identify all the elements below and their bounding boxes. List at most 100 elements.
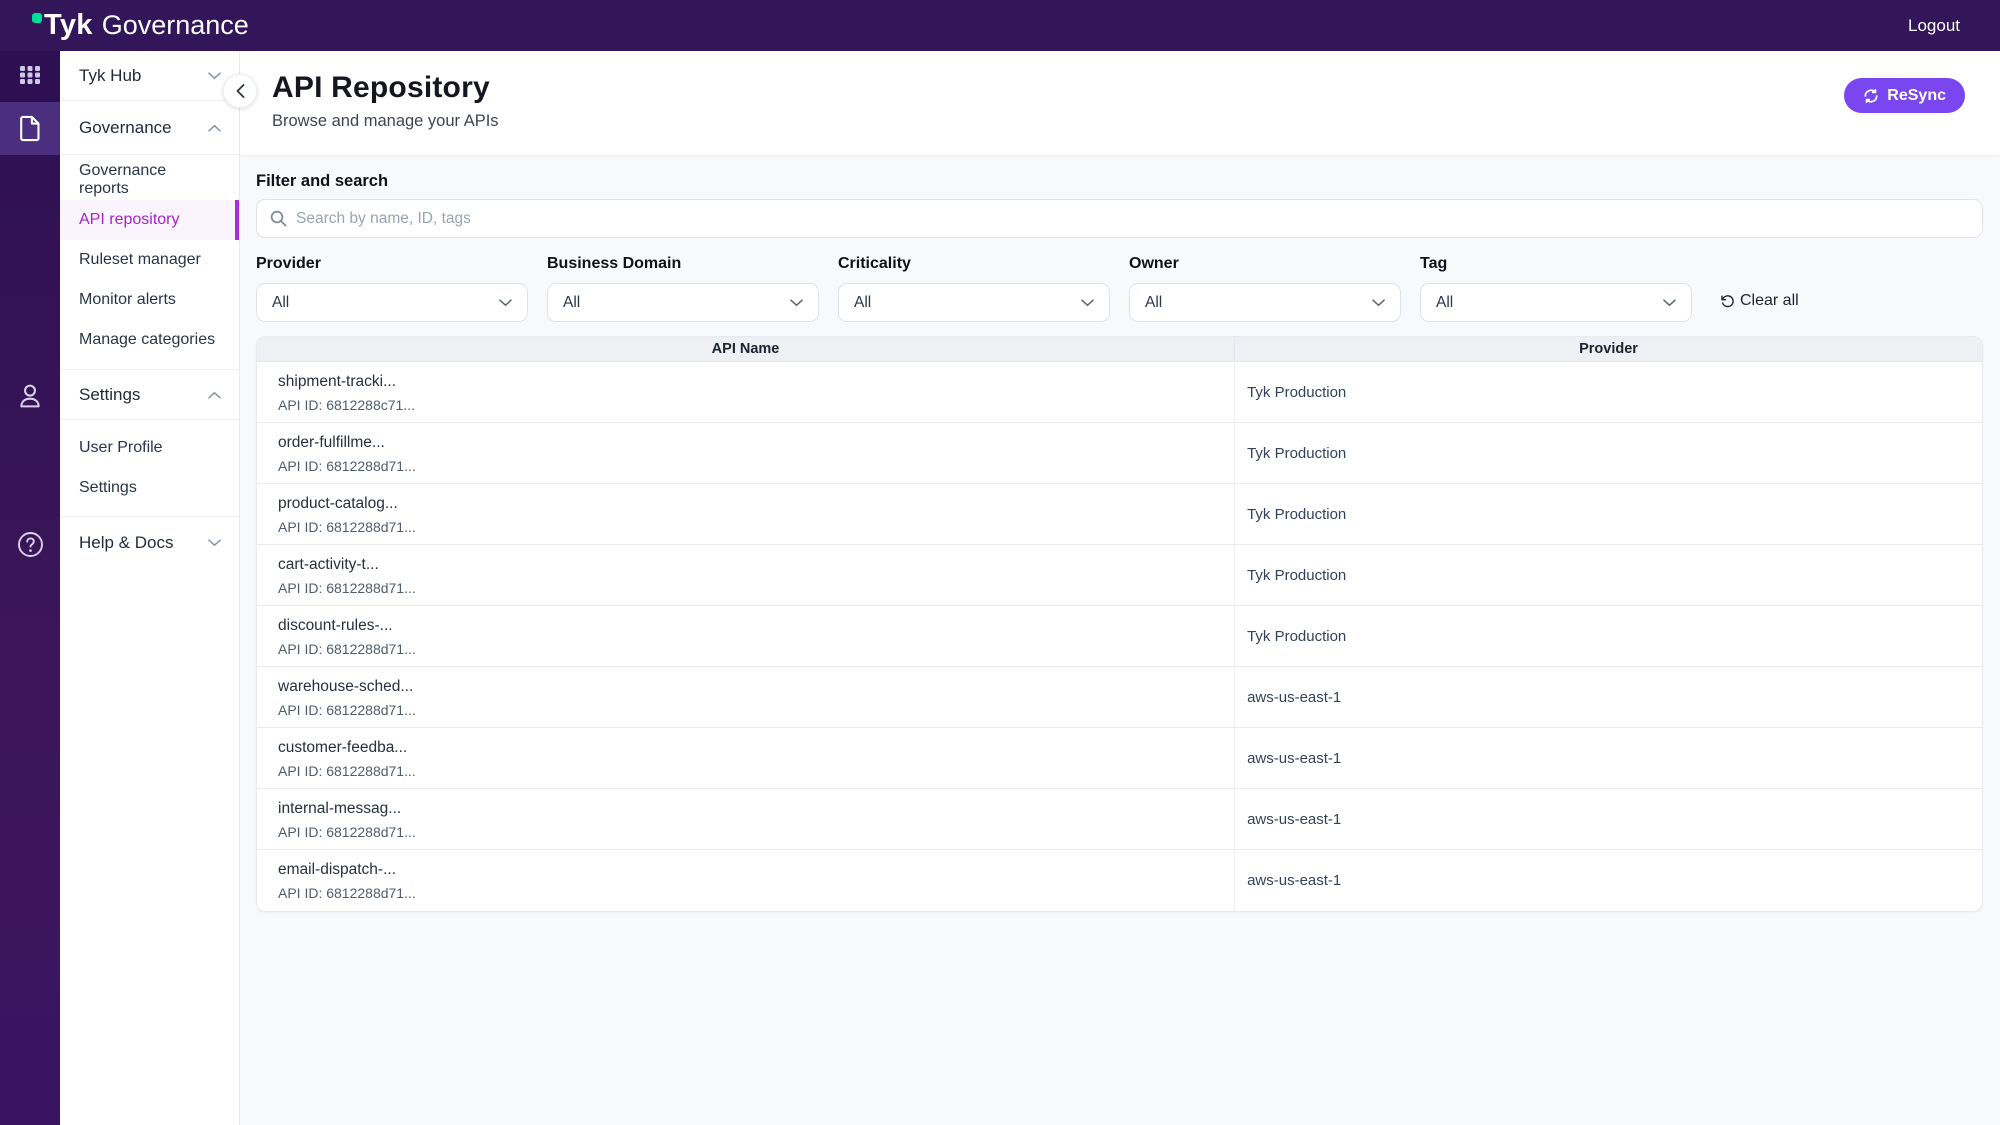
api-name: email-dispatch-... bbox=[278, 860, 1234, 880]
filter-label: Owner bbox=[1129, 255, 1179, 272]
rail-item-help[interactable] bbox=[0, 526, 60, 562]
sidebar-section-help-docs[interactable]: Help & Docs bbox=[60, 516, 239, 568]
sidebar-item-api-repository[interactable]: API repository bbox=[60, 200, 239, 240]
undo-icon bbox=[1720, 294, 1735, 309]
sidebar-item-governance-reports[interactable]: Governance reports bbox=[60, 160, 239, 200]
api-name-cell: warehouse-sched... API ID: 6812288d71... bbox=[257, 667, 1235, 727]
api-id: API ID: 6812288d71... bbox=[278, 883, 1234, 903]
clear-all-button[interactable]: Clear all bbox=[1720, 292, 1799, 310]
business-domain-dropdown[interactable]: All bbox=[547, 283, 819, 322]
main-area: API Repository Browse and manage your AP… bbox=[240, 51, 2000, 1125]
chevron-up-icon bbox=[208, 124, 221, 132]
api-name: order-fulfillme... bbox=[278, 433, 1234, 453]
chevron-up-icon bbox=[208, 391, 221, 399]
api-provider: aws-us-east-1 bbox=[1235, 728, 1982, 788]
logo-primary-text: Tyk bbox=[44, 9, 93, 42]
icon-rail bbox=[0, 51, 60, 1125]
api-name: product-catalog... bbox=[278, 494, 1234, 514]
sidebar-section-tyk-hub[interactable]: Tyk Hub bbox=[60, 51, 239, 101]
filter-label: Business Domain bbox=[547, 255, 681, 272]
api-provider: aws-us-east-1 bbox=[1235, 667, 1982, 727]
api-name-cell: shipment-tracki... API ID: 6812288c71... bbox=[257, 362, 1235, 422]
sidebar-settings-submenu: User Profile Settings bbox=[60, 420, 239, 516]
resync-icon bbox=[1863, 88, 1879, 104]
api-provider: Tyk Production bbox=[1235, 484, 1982, 544]
api-provider: Tyk Production bbox=[1235, 545, 1982, 605]
api-table-body: shipment-tracki... API ID: 6812288c71...… bbox=[257, 362, 1982, 911]
api-name-cell: internal-messag... API ID: 6812288d71... bbox=[257, 789, 1235, 849]
api-id: API ID: 6812288c71... bbox=[278, 395, 1234, 415]
logout-button[interactable]: Logout bbox=[1908, 16, 1960, 36]
chevron-down-icon bbox=[499, 299, 512, 307]
top-bar: Tyk Governance Logout bbox=[0, 0, 2000, 51]
api-table: API Name Provider shipment-tracki... API… bbox=[256, 336, 1983, 912]
clear-all-label: Clear all bbox=[1740, 292, 1799, 310]
sidebar-section-label: Help & Docs bbox=[79, 533, 173, 553]
api-id: API ID: 6812288d71... bbox=[278, 517, 1234, 537]
resync-button[interactable]: ReSync bbox=[1844, 78, 1965, 113]
filter-group-criticality: Criticality All bbox=[838, 254, 1110, 322]
apps-grid-icon[interactable] bbox=[0, 57, 60, 93]
dropdown-value: All bbox=[1436, 294, 1453, 312]
dropdown-value: All bbox=[1145, 294, 1162, 312]
table-row[interactable]: order-fulfillme... API ID: 6812288d71...… bbox=[257, 423, 1982, 484]
sidebar-section-settings[interactable]: Settings bbox=[60, 369, 239, 420]
owner-dropdown[interactable]: All bbox=[1129, 283, 1401, 322]
filter-label: Tag bbox=[1420, 255, 1447, 272]
table-row[interactable]: internal-messag... API ID: 6812288d71...… bbox=[257, 789, 1982, 850]
rail-item-governance-active[interactable] bbox=[0, 102, 60, 155]
sidebar-item-user-profile[interactable]: User Profile bbox=[60, 428, 239, 468]
table-row[interactable]: product-catalog... API ID: 6812288d71...… bbox=[257, 484, 1982, 545]
table-row[interactable]: cart-activity-t... API ID: 6812288d71...… bbox=[257, 545, 1982, 606]
sidebar-item-label: Ruleset manager bbox=[79, 251, 201, 269]
api-name-cell: order-fulfillme... API ID: 6812288d71... bbox=[257, 423, 1235, 483]
filter-label: Criticality bbox=[838, 255, 911, 272]
collapse-sidebar-button[interactable] bbox=[223, 74, 257, 108]
sidebar-item-manage-categories[interactable]: Manage categories bbox=[60, 320, 239, 360]
sidebar-governance-submenu: Governance reports API repository Rulese… bbox=[60, 155, 239, 369]
filter-row: Provider All Business Domain All Critica… bbox=[256, 254, 1983, 322]
column-header-provider: Provider bbox=[1235, 337, 1982, 361]
sidebar-item-monitor-alerts[interactable]: Monitor alerts bbox=[60, 280, 239, 320]
api-name-cell: customer-feedba... API ID: 6812288d71... bbox=[257, 728, 1235, 788]
filter-group-owner: Owner All bbox=[1129, 254, 1401, 322]
resync-button-label: ReSync bbox=[1887, 87, 1946, 105]
sidebar-section-governance[interactable]: Governance bbox=[60, 101, 239, 155]
page-header: API Repository Browse and manage your AP… bbox=[240, 51, 2000, 155]
logo-secondary-text: Governance bbox=[102, 10, 249, 41]
api-provider: Tyk Production bbox=[1235, 362, 1982, 422]
api-id: API ID: 6812288d71... bbox=[278, 578, 1234, 598]
chevron-down-icon bbox=[208, 539, 221, 547]
criticality-dropdown[interactable]: All bbox=[838, 283, 1110, 322]
provider-dropdown[interactable]: All bbox=[256, 283, 528, 322]
tyk-logo-leaf-icon bbox=[32, 13, 42, 23]
tag-dropdown[interactable]: All bbox=[1420, 283, 1692, 322]
sidebar: Tyk Hub Governance Governance reports AP… bbox=[60, 51, 240, 1125]
chevron-left-icon bbox=[236, 84, 245, 98]
table-row[interactable]: email-dispatch-... API ID: 6812288d71...… bbox=[257, 850, 1982, 911]
search-box bbox=[256, 199, 1983, 238]
api-name: discount-rules-... bbox=[278, 616, 1234, 636]
dropdown-value: All bbox=[272, 294, 289, 312]
api-provider: Tyk Production bbox=[1235, 423, 1982, 483]
document-icon bbox=[19, 115, 41, 142]
api-name: warehouse-sched... bbox=[278, 677, 1234, 697]
table-row[interactable]: shipment-tracki... API ID: 6812288c71...… bbox=[257, 362, 1982, 423]
sidebar-item-label: Manage categories bbox=[79, 331, 215, 349]
table-row[interactable]: discount-rules-... API ID: 6812288d71...… bbox=[257, 606, 1982, 667]
search-icon bbox=[270, 210, 287, 227]
api-name-cell: product-catalog... API ID: 6812288d71... bbox=[257, 484, 1235, 544]
table-row[interactable]: customer-feedba... API ID: 6812288d71...… bbox=[257, 728, 1982, 789]
chevron-down-icon bbox=[1663, 299, 1676, 307]
rail-item-user[interactable] bbox=[0, 378, 60, 414]
sidebar-item-settings[interactable]: Settings bbox=[60, 468, 239, 508]
api-name-cell: email-dispatch-... API ID: 6812288d71... bbox=[257, 850, 1235, 911]
filter-label: Provider bbox=[256, 255, 321, 272]
search-input[interactable] bbox=[296, 210, 1969, 228]
dropdown-value: All bbox=[563, 294, 580, 312]
table-row[interactable]: warehouse-sched... API ID: 6812288d71...… bbox=[257, 667, 1982, 728]
api-id: API ID: 6812288d71... bbox=[278, 761, 1234, 781]
filter-section-title: Filter and search bbox=[256, 171, 1983, 191]
sidebar-item-ruleset-manager[interactable]: Ruleset manager bbox=[60, 240, 239, 280]
api-provider: aws-us-east-1 bbox=[1235, 789, 1982, 849]
